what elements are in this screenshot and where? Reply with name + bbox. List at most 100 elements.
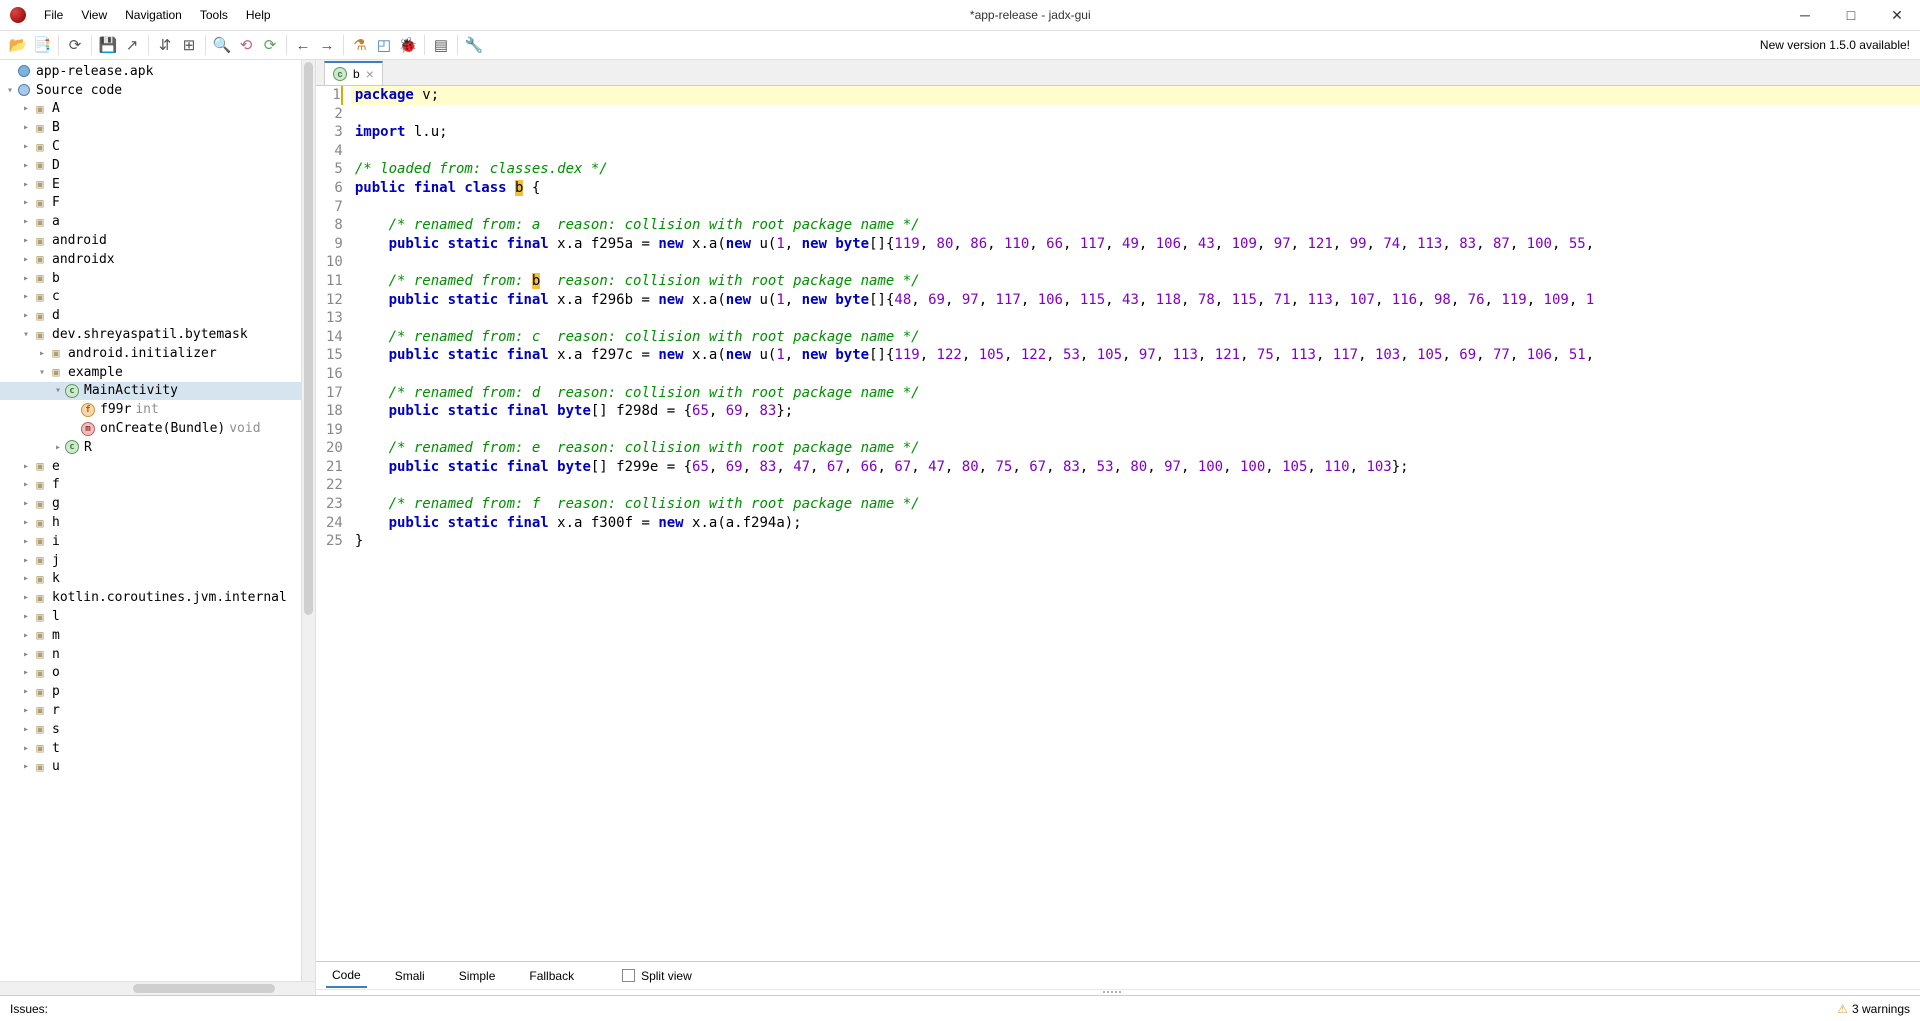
viewtab-code[interactable]: Code <box>326 964 367 988</box>
sidebar-hscroll[interactable] <box>0 981 315 995</box>
tree-arrow-icon: ▸ <box>20 141 32 152</box>
tree-node[interactable]: ▸▣h <box>0 513 301 532</box>
new-version-banner[interactable]: New version 1.5.0 available! <box>1760 38 1914 52</box>
deobf-icon[interactable]: ⚗ <box>348 33 372 57</box>
nav-back-icon[interactable]: ← <box>291 33 315 57</box>
nav-forward-icon[interactable]: → <box>315 33 339 57</box>
search-back-icon[interactable]: ⟲ <box>234 33 258 57</box>
tree-arrow-icon: ▸ <box>20 743 32 754</box>
tree-arrow-icon: ▸ <box>52 442 64 453</box>
tree-node[interactable]: ▸▣b <box>0 269 301 288</box>
tree-node[interactable]: ▸▣androidx <box>0 250 301 269</box>
tree-node[interactable]: ▸▣e <box>0 457 301 476</box>
tree-node[interactable]: app-release.apk <box>0 62 301 81</box>
sidebar-vscroll[interactable] <box>301 60 315 981</box>
tab-close-icon[interactable]: × <box>366 66 374 82</box>
menu-file[interactable]: File <box>36 4 71 26</box>
tab-label: b <box>353 67 360 81</box>
tree-label: i <box>52 534 60 549</box>
menu-view[interactable]: View <box>73 4 115 26</box>
tree-node[interactable]: ▸▣t <box>0 739 301 758</box>
tree-label: s <box>52 722 60 737</box>
quark-icon[interactable]: ◰ <box>372 33 396 57</box>
tree-label: u <box>52 759 60 774</box>
tree-node[interactable]: ▾cMainActivity <box>0 382 301 401</box>
search-fwd-icon[interactable]: ⟳ <box>258 33 282 57</box>
tree-node[interactable]: ▸▣E <box>0 175 301 194</box>
tree-node[interactable]: ▸▣A <box>0 100 301 119</box>
close-button[interactable]: ✕ <box>1874 0 1920 30</box>
tree-node[interactable]: ▸▣B <box>0 118 301 137</box>
tree-item-icon: ▣ <box>32 308 48 324</box>
tree-node[interactable]: ▸▣c <box>0 288 301 307</box>
tree-item-icon: ▣ <box>32 270 48 286</box>
tree-node[interactable]: ▸▣kotlin.coroutines.jvm.internal <box>0 588 301 607</box>
add-files-icon[interactable]: 📑 <box>30 33 54 57</box>
viewtab-smali[interactable]: Smali <box>389 965 431 987</box>
tree-node[interactable]: ▸▣k <box>0 570 301 589</box>
tree-item-icon: ▣ <box>32 590 48 606</box>
tree-node[interactable]: ▾Source code <box>0 81 301 100</box>
open-file-icon[interactable]: 📂 <box>6 33 30 57</box>
menu-tools[interactable]: Tools <box>192 4 236 26</box>
menu-help[interactable]: Help <box>238 4 279 26</box>
sync-icon[interactable]: ⇵ <box>153 33 177 57</box>
tree-node[interactable]: ▸▣a <box>0 212 301 231</box>
tree-node[interactable]: ▸▣m <box>0 626 301 645</box>
log-icon[interactable]: ▤ <box>429 33 453 57</box>
tree-item-icon: ▣ <box>32 646 48 662</box>
tree-label: e <box>52 459 60 474</box>
code-editor[interactable]: 1234567891011121314151617181920212223242… <box>316 86 1920 961</box>
type-annotation: int <box>135 402 158 417</box>
tree-node[interactable]: ▸▣j <box>0 551 301 570</box>
code-lines[interactable]: package v; import l.u; /* loaded from: c… <box>351 86 1920 551</box>
tree-node[interactable]: ▸▣r <box>0 701 301 720</box>
export-icon[interactable]: ↗ <box>120 33 144 57</box>
tree-node[interactable]: ▸▣p <box>0 682 301 701</box>
tree-node[interactable]: ▾▣dev.shreyaspatil.bytemask <box>0 325 301 344</box>
tree-label: E <box>52 177 60 192</box>
tree-node[interactable]: ▸▣android.initializer <box>0 344 301 363</box>
menu-navigation[interactable]: Navigation <box>117 4 190 26</box>
tree-arrow-icon: ▸ <box>20 498 32 509</box>
tree-node[interactable]: ▸▣u <box>0 757 301 776</box>
save-icon[interactable]: 💾 <box>96 33 120 57</box>
tree-node[interactable]: ▸▣g <box>0 494 301 513</box>
tree-arrow-icon: ▸ <box>20 686 32 697</box>
tab-b[interactable]: c b × <box>324 61 383 85</box>
app-icon <box>10 7 26 23</box>
debug-icon[interactable]: 🐞 <box>396 33 420 57</box>
tree-node[interactable]: ▸▣d <box>0 306 301 325</box>
search-icon[interactable]: 🔍 <box>210 33 234 57</box>
tree-node[interactable]: ▸▣s <box>0 720 301 739</box>
split-view-check[interactable]: Split view <box>622 969 692 983</box>
tree-node[interactable]: ▸▣n <box>0 645 301 664</box>
project-tree[interactable]: app-release.apk▾Source code▸▣A▸▣B▸▣C▸▣D▸… <box>0 60 301 981</box>
settings-icon[interactable]: 🔧 <box>462 33 486 57</box>
tree-node[interactable]: ▸▣o <box>0 664 301 683</box>
tree-node[interactable]: ▸▣i <box>0 532 301 551</box>
tree-node[interactable]: ▸▣android <box>0 231 301 250</box>
tree-node[interactable]: ▾▣example <box>0 363 301 382</box>
tree-node[interactable]: ▸▣D <box>0 156 301 175</box>
tree-node[interactable]: ▸cR <box>0 438 301 457</box>
tree-node[interactable]: ▸▣f <box>0 476 301 495</box>
viewtab-simple[interactable]: Simple <box>453 965 502 987</box>
warnings-count[interactable]: 3 warnings <box>1852 1002 1910 1016</box>
tree-label: example <box>68 365 123 380</box>
window-title: *app-release - jadx-gui <box>279 8 1782 22</box>
tree-node[interactable]: monCreate(Bundle)void <box>0 419 301 438</box>
tree-label: f99r <box>100 402 131 417</box>
minimize-button[interactable]: ─ <box>1782 0 1828 30</box>
flatten-icon[interactable]: ⊞ <box>177 33 201 57</box>
reload-icon[interactable]: ⟳ <box>63 33 87 57</box>
tree-label: g <box>52 496 60 511</box>
tree-label: k <box>52 571 60 586</box>
viewtab-fallback[interactable]: Fallback <box>523 965 580 987</box>
maximize-button[interactable]: □ <box>1828 0 1874 30</box>
tree-node[interactable]: ff99rint <box>0 400 301 419</box>
tree-node[interactable]: ▸▣C <box>0 137 301 156</box>
tree-node[interactable]: ▸▣F <box>0 194 301 213</box>
tree-node[interactable]: ▸▣l <box>0 607 301 626</box>
tree-label: androidx <box>52 252 115 267</box>
